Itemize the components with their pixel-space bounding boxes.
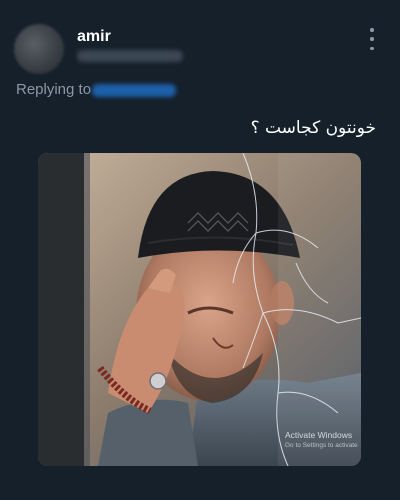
more-options-button[interactable]	[362, 28, 382, 50]
avatar[interactable]	[14, 24, 64, 74]
tweet-image[interactable]: Activate Windows Go to Settings to activ…	[38, 153, 361, 466]
watermark-subtitle: Go to Settings to activate	[285, 442, 358, 449]
author-name[interactable]: amir	[77, 28, 111, 46]
replying-to-handle-blurred[interactable]	[92, 84, 176, 97]
tweet-text: خونتون کجاست ؟	[250, 118, 376, 138]
author-handle-blurred[interactable]	[77, 50, 183, 62]
more-vertical-icon	[370, 28, 374, 32]
image-illustration	[38, 153, 361, 466]
watermark-title: Activate Windows	[285, 430, 353, 440]
replying-to-label: Replying to	[16, 81, 92, 98]
